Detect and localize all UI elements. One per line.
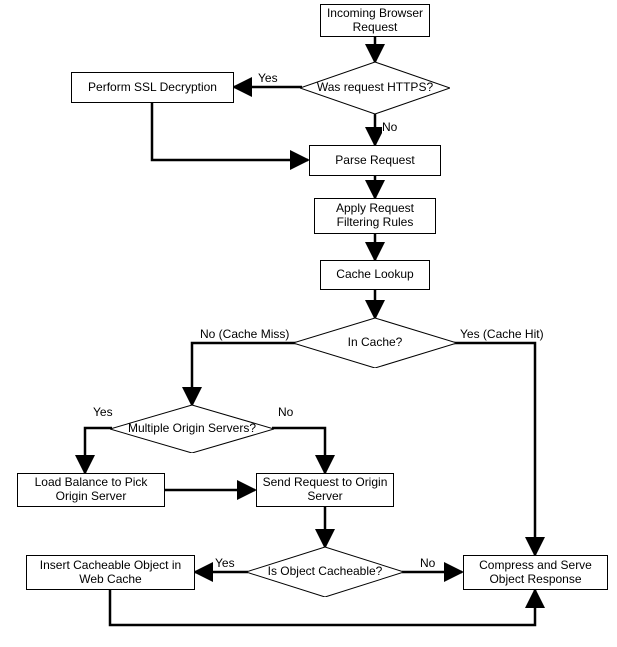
flowchart-canvas: Incoming Browser Request Was request HTT… — [0, 0, 617, 647]
node-insert-cache: Insert Cacheable Object in Web Cache — [26, 555, 195, 590]
node-filter-label: Apply Request Filtering Rules — [319, 202, 431, 230]
label-multi-yes: Yes — [93, 405, 113, 419]
node-compress-serve-label: Compress and Serve Object Response — [468, 559, 603, 587]
node-cacheable-q: Is Object Cacheable? — [246, 547, 404, 597]
node-parse: Parse Request — [309, 145, 441, 176]
node-cache-lookup: Cache Lookup — [320, 260, 430, 290]
node-https-q-label: Was request HTTPS? — [317, 81, 433, 95]
node-https-q: Was request HTTPS? — [300, 62, 450, 114]
node-ssl: Perform SSL Decryption — [71, 72, 234, 103]
node-parse-label: Parse Request — [335, 154, 414, 168]
node-cache-lookup-label: Cache Lookup — [336, 268, 413, 282]
node-in-cache-q-label: In Cache? — [348, 336, 403, 350]
node-in-cache-q: In Cache? — [293, 318, 457, 368]
node-multi-origin-q: Multiple Origin Servers? — [110, 405, 274, 453]
node-load-balance-label: Load Balance to Pick Origin Server — [22, 476, 160, 504]
label-https-yes: Yes — [258, 71, 278, 85]
node-start-label: Incoming Browser Request — [325, 7, 425, 35]
label-cache-miss: No (Cache Miss) — [200, 327, 289, 341]
node-filter: Apply Request Filtering Rules — [314, 198, 436, 234]
label-https-no: No — [382, 120, 397, 134]
label-cache-hit: Yes (Cache Hit) — [460, 327, 544, 341]
node-compress-serve: Compress and Serve Object Response — [463, 555, 608, 590]
label-cacheable-no: No — [420, 556, 435, 570]
label-cacheable-yes: Yes — [215, 556, 235, 570]
label-multi-no: No — [278, 405, 293, 419]
node-multi-origin-q-label: Multiple Origin Servers? — [128, 422, 256, 436]
node-ssl-label: Perform SSL Decryption — [88, 81, 217, 95]
node-send-origin: Send Request to Origin Server — [256, 473, 394, 507]
node-insert-cache-label: Insert Cacheable Object in Web Cache — [31, 559, 190, 587]
node-load-balance: Load Balance to Pick Origin Server — [17, 473, 165, 507]
node-start: Incoming Browser Request — [320, 4, 430, 37]
node-cacheable-q-label: Is Object Cacheable? — [268, 565, 383, 579]
node-send-origin-label: Send Request to Origin Server — [261, 476, 389, 504]
